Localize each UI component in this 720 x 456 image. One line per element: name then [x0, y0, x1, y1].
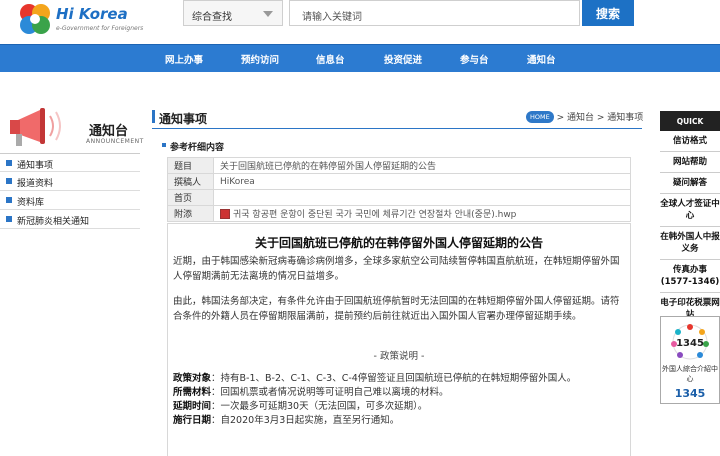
policy-label: 延期时间 [173, 401, 212, 412]
bullet-icon [6, 216, 12, 222]
table-row: 撰稿人 HiKorea [167, 173, 631, 190]
table-row: 附添 귀국 항공편 운항이 중단된 국가 국민에 체류기간 연장절차 안내(중문… [167, 205, 631, 222]
attachment-cell: 귀국 항공편 운항이 중단된 국가 국민에 체류기간 연장절차 안내(중문).h… [213, 205, 631, 222]
nav-reservation[interactable]: 预约访问 [241, 52, 279, 66]
title-divider [152, 128, 642, 129]
nav-online-service[interactable]: 网上办事 [165, 52, 203, 66]
search-scope-select[interactable]: 综合查找 [183, 0, 283, 26]
post-subject: 关于回国航班已停航的在韩停留外国人停留延期的公告 [213, 157, 631, 174]
title-accent-bar [152, 110, 155, 123]
table-key: 首页 [167, 189, 214, 206]
policy-row: 所需材料：回国机票或者情况说明等可证明自己难以离境的材料。 [173, 386, 625, 400]
nav-notice[interactable]: 通知台 [527, 52, 556, 66]
logo-text: Hi Korea [56, 5, 128, 23]
sidebar-item-library[interactable]: 资料库 [0, 191, 140, 210]
article-body: 关于回国航班已停航的在韩停留外国人停留延期的公告 近期，由于韩国感染新冠病毒确诊… [167, 223, 631, 456]
call-center-label: 外国人綜合介紹中心 [662, 365, 718, 383]
bullet-icon [162, 143, 166, 147]
table-row: 首页 [167, 189, 631, 206]
ref-label: 参考杆细内容 [170, 143, 225, 153]
article-paragraph: 由此，韩国法务部决定，有条件允许由于回国航班停航暂时无法回国的在韩短期停留外国人… [173, 296, 620, 322]
page-title: 通知事项 [159, 112, 208, 126]
search-button[interactable]: 搜索 [582, 0, 634, 26]
quick-item-report-duty[interactable]: 在韩外国人中报义务 [660, 227, 720, 260]
quick-menu: QUICK 信访格式 网站帮助 疑问解答 全球人才签证中心 在韩外国人中报义务 … [660, 111, 720, 326]
call-center-banner[interactable]: 1345 外国人綜合介紹中心 1345 [660, 316, 720, 404]
nav-participation[interactable]: 参与台 [460, 52, 489, 66]
policy-text: ：持有B-1、B-2、C-1、C-3、C-4停留签证且回国航班已停航的在韩短期停… [211, 373, 577, 384]
quick-item-fax[interactable]: 传真办事 (1577-1346) [660, 260, 720, 293]
sidebar-item-covid[interactable]: 新冠肺炎相关通知 [0, 210, 140, 229]
bullet-icon [6, 178, 12, 184]
nav-info[interactable]: 信息台 [316, 52, 345, 66]
article-paragraph: 近期，由于韩国感染新冠病毒确诊病例增多，全球多家航空公司陆续暂停韩国直航航班，在… [173, 256, 620, 282]
main-nav: 网上办事 预约访问 信息台 投资促进 参与台 通知台 [0, 44, 720, 72]
site-logo[interactable]: Hi Korea e-Government for Foreigners [18, 2, 143, 36]
post-author: HiKorea [213, 173, 631, 190]
hwp-file-icon [220, 209, 230, 219]
logo-subtitle: e-Government for Foreigners [56, 25, 144, 32]
search-scope-label: 综合查找 [192, 12, 232, 23]
bullet-icon [6, 197, 12, 203]
policy-label: 所需材料 [173, 387, 212, 398]
nav-investment[interactable]: 投资促进 [384, 52, 422, 66]
policy-text: ：自2020年3月3日起实施，直至另行通知。 [211, 415, 400, 426]
breadcrumb-path: > 通知台 > 通知事项 [556, 113, 644, 123]
table-key: 附添 [167, 205, 214, 222]
attachment-link[interactable]: 귀국 항공편 운항이 중단된 국가 국민에 체류기간 연장절차 안내(중문).h… [233, 210, 516, 220]
breadcrumb-home[interactable]: HOME [526, 111, 554, 123]
quick-item-site-help[interactable]: 网站帮助 [660, 152, 720, 173]
post-info-table: 题目 关于回国航班已停航的在韩停留外国人停留延期的公告 撰稿人 HiKorea … [167, 157, 631, 222]
sidebar-item-notices[interactable]: 通知事项 [0, 153, 140, 172]
policy-row: 延期时间：一次最多可延期30天（无法回国，可多次延期）。 [173, 400, 625, 414]
quick-menu-header: QUICK [660, 111, 720, 131]
table-key: 撰稿人 [167, 173, 214, 190]
sidebar-banner: 通知台 ANNOUNCEMENT [0, 102, 143, 152]
article-title: 关于回国航班已停航的在韩停留外国人停留延期的公告 [254, 236, 543, 250]
sidebar-item-label: 新冠肺炎相关通知 [17, 217, 90, 227]
logo-icon [20, 4, 50, 34]
bullet-icon [6, 160, 12, 166]
sidebar-item-label: 报道资料 [17, 179, 54, 189]
sidebar-item-label: 通知事项 [17, 161, 54, 171]
article-section-heading: - 政策说明 - [373, 351, 425, 362]
policy-text: ：一次最多可延期30天（无法回国，可多次延期）。 [211, 401, 428, 412]
sidebar-title: 通知台 [89, 124, 129, 139]
call-center-number: 1345 [674, 387, 706, 400]
policy-text: ：回国机票或者情况说明等可证明自己难以离境的材料。 [211, 387, 449, 398]
quick-item-petition-forms[interactable]: 信访格式 [660, 131, 720, 152]
megaphone-icon [10, 108, 61, 146]
quick-item-talent-visa[interactable]: 全球人才签证中心 [660, 194, 720, 227]
sidebar-item-label: 资料库 [17, 198, 45, 208]
table-key: 题目 [167, 157, 214, 174]
header: Hi Korea e-Government for Foreigners 综合查… [0, 0, 720, 44]
post-home [213, 189, 631, 206]
chevron-down-icon [263, 11, 273, 17]
sidebar-item-press[interactable]: 报道资料 [0, 172, 140, 191]
search-input[interactable]: 请输入关键词 [289, 0, 580, 26]
breadcrumb: HOME > 通知台 > 通知事项 [526, 110, 643, 123]
call-center-number-small: 1345 [676, 338, 704, 349]
sidebar-menu: 通知事项 报道资料 资料库 新冠肺炎相关通知 [0, 153, 140, 229]
policy-label: 施行日期 [173, 415, 212, 426]
call-center-logo-icon: 1345 [671, 324, 709, 360]
policy-row: 施行日期：自2020年3月3日起实施，直至另行通知。 [173, 414, 625, 428]
table-row: 题目 关于回国航班已停航的在韩停留外国人停留延期的公告 [167, 157, 631, 174]
sidebar-subtitle: ANNOUNCEMENT [86, 138, 144, 145]
policy-label: 政策对象 [173, 373, 212, 384]
quick-item-faq[interactable]: 疑问解答 [660, 173, 720, 194]
policy-row: 政策对象：持有B-1、B-2、C-1、C-3、C-4停留签证且回国航班已停航的在… [173, 372, 625, 386]
